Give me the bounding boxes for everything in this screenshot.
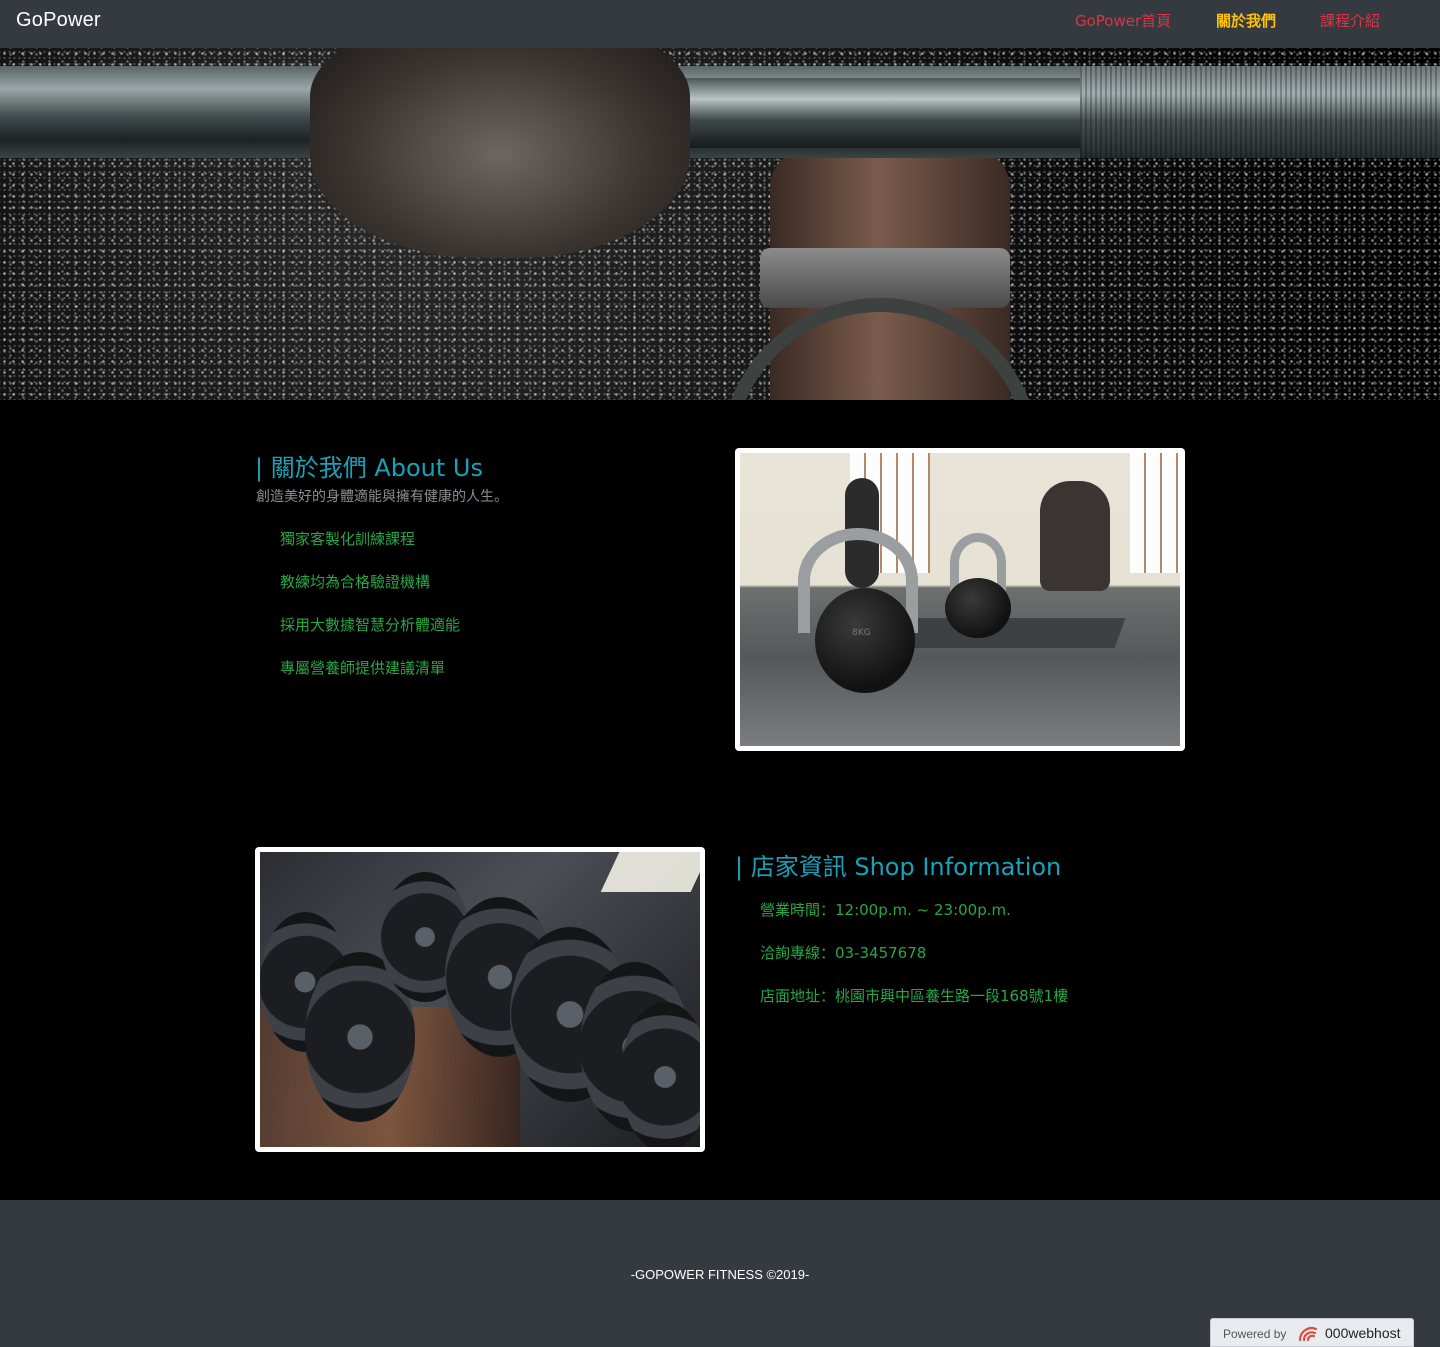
window-light bbox=[600, 852, 700, 892]
kettlebell-photo: 8KG bbox=[740, 453, 1180, 746]
hero-banner-image bbox=[0, 48, 1440, 400]
barbell-sleeve bbox=[640, 78, 1080, 148]
about-title: | 關於我們 About Us bbox=[255, 454, 483, 482]
kettlebell-photo-frame: 8KG bbox=[735, 448, 1185, 751]
about-subtitle: 創造美好的身體適能與擁有健康的人生。 bbox=[256, 489, 508, 505]
shop-title: | 店家資訊 Shop Information bbox=[735, 853, 1062, 881]
navbar: GoPower GoPower首頁 關於我們 課程介紹 bbox=[0, 0, 1440, 48]
feature-item: 專屬營養師提供建議清單 bbox=[280, 659, 446, 677]
nav-link-courses[interactable]: 課程介紹 bbox=[1320, 10, 1380, 31]
dumbbell-rack-photo bbox=[260, 852, 700, 1147]
shop-phone: 洽詢專線：03-3457678 bbox=[760, 944, 927, 962]
kettlebell bbox=[815, 588, 915, 693]
webhost-name: 000webhost bbox=[1325, 1325, 1401, 1341]
dumbbell-photo-frame bbox=[255, 847, 705, 1152]
powered-by-badge[interactable]: Powered by 000webhost bbox=[1210, 1318, 1414, 1347]
dumbbell-plate bbox=[620, 1002, 700, 1147]
brand-logo[interactable]: GoPower bbox=[16, 9, 101, 32]
person bbox=[1040, 481, 1110, 591]
feature-item: 採用大數據智慧分析體適能 bbox=[280, 616, 461, 634]
shop-hours: 營業時間：12:00p.m. ~ 23:00p.m. bbox=[760, 901, 1011, 919]
nav-link-home[interactable]: GoPower首頁 bbox=[1075, 10, 1171, 31]
feature-item: 獨家客製化訓練課程 bbox=[280, 530, 416, 548]
powered-by-label: Powered by bbox=[1223, 1327, 1287, 1341]
webhost-logo-icon bbox=[1298, 1327, 1318, 1342]
nav-link-about[interactable]: 關於我們 bbox=[1216, 10, 1276, 31]
gripping-hand bbox=[310, 48, 690, 258]
window bbox=[1130, 453, 1180, 573]
feature-item: 教練均為合格驗證機構 bbox=[280, 573, 431, 591]
shop-address: 店面地址：桃園市興中區養生路一段168號1樓 bbox=[760, 987, 1069, 1005]
kettlebell-weight-label: 8KG bbox=[852, 628, 871, 638]
kettlebell bbox=[945, 578, 1011, 638]
barbell-knurling bbox=[1080, 66, 1440, 158]
footer-copyright: -GOPOWER FITNESS ©2019- bbox=[630, 1267, 810, 1282]
